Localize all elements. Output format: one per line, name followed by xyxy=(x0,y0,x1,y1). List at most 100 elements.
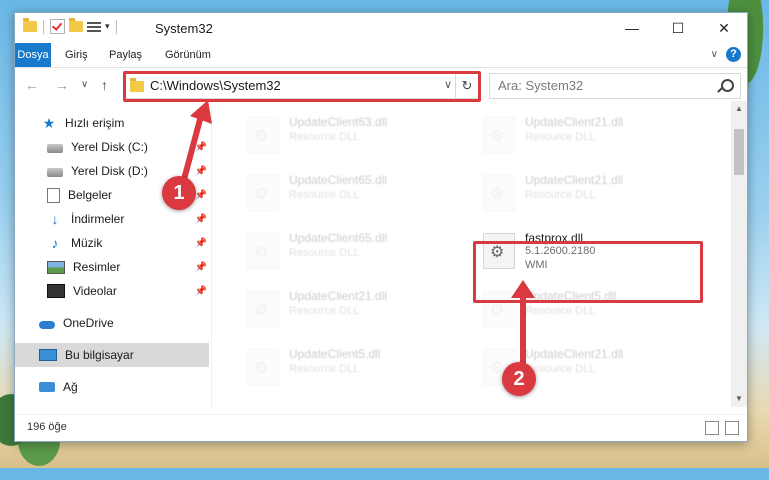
documents-icon xyxy=(47,187,60,203)
file-item-fastprox[interactable]: fastprox.dll 5.1.2600.2180 WMI xyxy=(475,225,685,271)
file-item[interactable]: UpdateClient5.dll Resource DLL xyxy=(239,341,449,387)
sidebar-item-this-pc[interactable]: Bu bilgisayar xyxy=(15,343,209,367)
recent-locations-chevron-icon[interactable]: ∨ xyxy=(81,79,88,90)
ribbon-tabs: Dosya Giriş Paylaş Görünüm ∨ ? xyxy=(15,43,747,68)
large-icons-view-icon[interactable] xyxy=(725,421,739,435)
details-view-icon[interactable] xyxy=(705,421,719,435)
videos-icon xyxy=(47,284,65,298)
computer-icon xyxy=(39,349,57,361)
file-name: UpdateClient5.dll xyxy=(289,347,381,361)
file-company: WMI xyxy=(525,259,548,271)
callout-arrow-1-shaft xyxy=(179,109,205,190)
customize-toolbar-chevron-icon[interactable]: ▾ xyxy=(105,21,110,32)
refresh-icon[interactable]: ↻ xyxy=(455,74,478,98)
search-icon[interactable] xyxy=(721,79,734,92)
properties-check-icon[interactable] xyxy=(50,19,65,34)
sidebar-item-onedrive[interactable]: OneDrive xyxy=(39,311,209,335)
file-name: UpdateClient21.dll xyxy=(525,173,624,187)
sidebar-item-label: İndirmeler xyxy=(71,212,125,226)
sidebar-item-label: Hızlı erişim xyxy=(65,116,125,130)
sidebar-item-videos[interactable]: Videolar 📌 xyxy=(47,279,209,303)
file-description: Resource DLL xyxy=(289,131,360,143)
file-description: Resource DLL xyxy=(289,363,360,375)
file-item[interactable]: UpdateClient21.dll Resource DLL xyxy=(475,167,685,213)
file-item[interactable]: UpdateClient65.dll Resource DLL xyxy=(239,167,449,213)
minimize-button[interactable]: — xyxy=(609,13,655,43)
toolbar-separator xyxy=(43,19,44,34)
expand-ribbon-chevron-icon[interactable]: ∨ xyxy=(711,49,718,60)
file-item[interactable]: UpdateClient21.dll Resource DLL xyxy=(239,283,449,329)
back-arrow-icon[interactable]: ← xyxy=(25,77,39,93)
file-name: UpdateClient65.dll xyxy=(289,231,388,245)
sidebar-item-label: Belgeler xyxy=(68,188,113,202)
dll-file-icon xyxy=(247,117,279,153)
file-item[interactable]: UpdateClient63.dll Resource DLL xyxy=(239,109,449,155)
dll-file-icon xyxy=(247,291,279,327)
file-description: Resource DLL xyxy=(289,247,360,259)
status-bar: 196 öğe xyxy=(15,414,747,441)
help-icon[interactable]: ? xyxy=(726,47,741,62)
close-button[interactable]: ✕ xyxy=(701,13,747,43)
file-list: UpdateClient63.dll Resource DLL UpdateCl… xyxy=(225,105,733,407)
tab-home[interactable]: Giriş xyxy=(55,43,98,67)
sidebar-item-pictures[interactable]: Resimler 📌 xyxy=(47,255,209,279)
dll-file-icon xyxy=(483,233,515,269)
address-dropdown-chevron-icon[interactable]: ∨ xyxy=(444,78,452,91)
forward-arrow-icon[interactable]: → xyxy=(55,77,69,93)
file-name: UpdateClient21.dll xyxy=(525,115,624,129)
search-box[interactable]: Ara: System32 xyxy=(489,73,741,99)
file-name: UpdateClient21.dll xyxy=(289,289,388,303)
sidebar-item-label: OneDrive xyxy=(63,316,114,330)
dll-file-icon xyxy=(483,117,515,153)
address-folder-icon xyxy=(130,78,144,92)
pin-icon[interactable]: 📌 xyxy=(195,214,207,225)
pin-icon[interactable]: 📌 xyxy=(195,238,207,249)
folder-icon xyxy=(23,18,37,32)
file-item[interactable]: UpdateClient65.dll Resource DLL xyxy=(239,225,449,271)
file-description: Resource DLL xyxy=(525,189,596,201)
tab-file[interactable]: Dosya xyxy=(15,43,51,67)
sidebar-item-label: Ağ xyxy=(63,380,78,394)
toolbar-separator xyxy=(115,19,117,34)
view-toggle xyxy=(705,421,739,435)
scroll-thumb[interactable] xyxy=(734,129,744,175)
star-icon: ★ xyxy=(42,115,56,131)
tab-view[interactable]: Görünüm xyxy=(155,43,221,67)
callout-number-2: 2 xyxy=(502,362,536,396)
ribbon-right-controls: ∨ ? xyxy=(711,47,741,62)
quick-access-toolbar: ▾ xyxy=(23,18,119,34)
callout-arrow-2-head xyxy=(511,280,535,298)
sidebar-item-music[interactable]: ♪ Müzik 📌 xyxy=(47,231,209,255)
vertical-scrollbar[interactable]: ▲ ▼ xyxy=(731,101,747,407)
file-item[interactable]: UpdateClient21.dll Resource DLL xyxy=(475,109,685,155)
sidebar-item-label: Yerel Disk (D:) xyxy=(71,164,148,178)
onedrive-icon xyxy=(39,321,55,329)
properties-list-icon[interactable] xyxy=(87,21,101,33)
scroll-down-arrow-icon[interactable]: ▼ xyxy=(731,391,747,407)
new-folder-icon[interactable] xyxy=(69,18,83,32)
maximize-button[interactable]: ☐ xyxy=(655,13,701,43)
drive-icon xyxy=(47,144,63,153)
sidebar-item-label: Videolar xyxy=(73,284,117,298)
file-name: UpdateClient65.dll xyxy=(289,173,388,187)
navigation-bar: ← → ∨ ↑ C:\Windows\System32 ∨ ↻ Ara: Sys… xyxy=(15,69,747,102)
pin-icon[interactable]: 📌 xyxy=(195,262,207,273)
title-bar: ▾ System32 — ☐ ✕ xyxy=(15,13,747,43)
file-name: fastprox.dll xyxy=(525,231,584,245)
sidebar-item-label: Bu bilgisayar xyxy=(65,348,134,362)
address-path[interactable]: C:\Windows\System32 xyxy=(150,78,281,93)
tab-share[interactable]: Paylaş xyxy=(99,43,152,67)
pictures-icon xyxy=(47,260,65,274)
dll-file-icon xyxy=(247,349,279,385)
file-explorer-window: ▾ System32 — ☐ ✕ Dosya Giriş Paylaş Görü… xyxy=(14,12,748,442)
pin-icon[interactable]: 📌 xyxy=(195,286,207,297)
file-description: Resource DLL xyxy=(289,189,360,201)
callout-number-1: 1 xyxy=(162,176,196,210)
search-placeholder[interactable]: Ara: System32 xyxy=(498,78,583,93)
item-count: 196 öğe xyxy=(27,421,67,433)
sidebar-item-network[interactable]: Ağ xyxy=(39,375,209,399)
scroll-up-arrow-icon[interactable]: ▲ xyxy=(731,101,747,117)
sidebar-item-downloads[interactable]: ↓ İndirmeler 📌 xyxy=(47,207,209,231)
window-title: System32 xyxy=(155,21,213,36)
up-arrow-icon[interactable]: ↑ xyxy=(101,77,108,93)
